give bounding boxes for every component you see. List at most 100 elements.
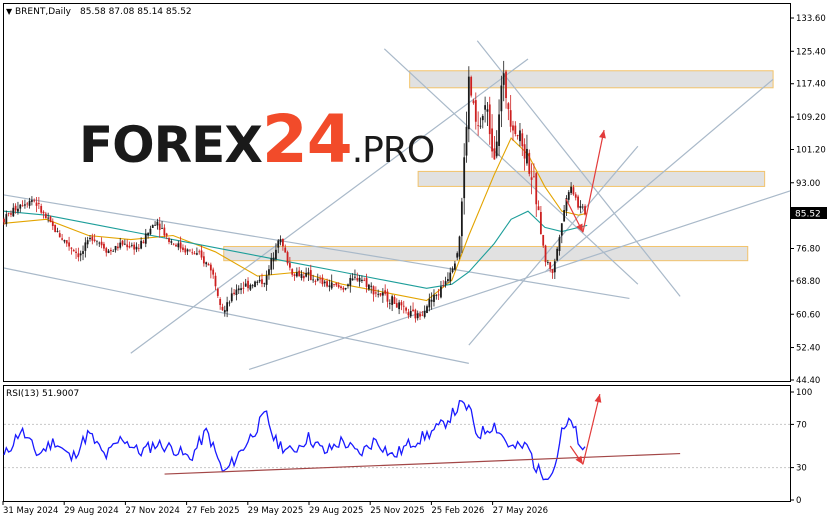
candle-body [33, 200, 36, 202]
x-tick-label: 29 May 2025 [248, 506, 303, 516]
last-price-badge: 85.52 [791, 207, 827, 220]
candle-body [256, 281, 259, 283]
candle-body [556, 248, 559, 261]
candle-body [5, 214, 8, 225]
candle-body [342, 287, 345, 290]
candle-body [507, 103, 510, 110]
candle-body [77, 253, 80, 258]
candle-body [460, 201, 463, 237]
rsi-tick-label: 100 [796, 388, 812, 398]
candle-body [96, 240, 98, 242]
candle-body [407, 312, 410, 316]
last-price-text: 85.52 [795, 210, 821, 220]
candle-body [440, 286, 442, 298]
candle-body [433, 294, 435, 302]
candle-body [223, 310, 226, 313]
candle-body [279, 239, 282, 242]
candle-body [442, 285, 445, 287]
candle-body [472, 100, 475, 104]
candle-body [444, 281, 447, 285]
candle-body [358, 277, 361, 282]
candle-body [35, 202, 38, 206]
candle-body [202, 256, 205, 264]
candle-body [12, 207, 15, 217]
y-tick-label: 101.20 [796, 145, 826, 155]
candle-body [19, 204, 22, 209]
candle-body [428, 299, 431, 308]
candle-body [319, 278, 321, 280]
candle-body [370, 285, 373, 287]
candle-body [484, 105, 487, 110]
y-tick-label: 44.40 [796, 376, 820, 386]
brent-chart: 133.60125.40117.40109.20101.2093.0085.00… [2, 3, 827, 516]
candle-body [28, 200, 31, 206]
candle-body [7, 213, 10, 214]
candle-body [121, 240, 124, 245]
symbol-label: BRENT,Daily [15, 7, 72, 17]
candle-body [26, 203, 29, 205]
candle-body [335, 282, 338, 286]
candle-body [79, 253, 82, 256]
candle-body [488, 104, 491, 135]
symbol-dropdown-icon[interactable]: ▼ [6, 7, 13, 16]
candle-body [168, 238, 170, 242]
candle-body [549, 262, 552, 269]
candle-body [58, 233, 61, 238]
candle-body [198, 251, 201, 253]
candle-body [114, 246, 117, 251]
candle-body [356, 278, 359, 281]
candle-body [140, 240, 143, 249]
candle-body [147, 233, 149, 236]
candle-body [30, 200, 33, 202]
candle-body [51, 221, 54, 227]
candle-body [381, 292, 384, 296]
candle-body [193, 253, 196, 255]
candle-body [567, 192, 570, 200]
candle-body [84, 242, 87, 251]
candle-body [133, 244, 136, 250]
candle-body [126, 244, 129, 248]
candle-body [10, 213, 12, 215]
candle-body [419, 313, 421, 317]
candle-body [412, 309, 414, 312]
candle-body [528, 152, 531, 174]
candle-body [523, 144, 526, 159]
candle-body [367, 284, 370, 290]
candle-body [584, 206, 586, 215]
candle-body [275, 249, 277, 260]
candle-body [268, 269, 270, 275]
candle-body [421, 314, 424, 316]
candle-body [537, 206, 540, 211]
candle-body [333, 284, 335, 285]
price-zone [409, 70, 774, 89]
candle-body [154, 224, 156, 226]
candle-body [170, 241, 173, 243]
candle-body [474, 100, 477, 122]
candle-body [214, 275, 217, 287]
candle-body [526, 148, 528, 164]
candle-body [409, 310, 412, 317]
candle-body [286, 252, 289, 264]
candle-body [405, 307, 407, 311]
candle-body [44, 213, 47, 219]
candle-body [186, 249, 189, 252]
candle-body [354, 276, 356, 278]
candle-body [237, 288, 240, 291]
candle-body [293, 274, 296, 276]
candle-body [98, 242, 101, 244]
candle-body [481, 115, 484, 121]
candle-body [361, 279, 363, 281]
x-tick-label: 25 Feb 2026 [431, 506, 484, 516]
candle-body [216, 288, 219, 296]
candle-body [347, 284, 349, 287]
candle-body [505, 71, 507, 99]
candle-body [17, 208, 19, 212]
candle-body [486, 109, 489, 112]
candle-body [539, 211, 542, 235]
candle-body [309, 270, 312, 281]
candle-body [142, 241, 145, 244]
candle-body [107, 250, 110, 254]
candle-body [130, 244, 133, 246]
rsi-tick-label: 30 [796, 464, 807, 474]
candle-body [228, 302, 231, 304]
